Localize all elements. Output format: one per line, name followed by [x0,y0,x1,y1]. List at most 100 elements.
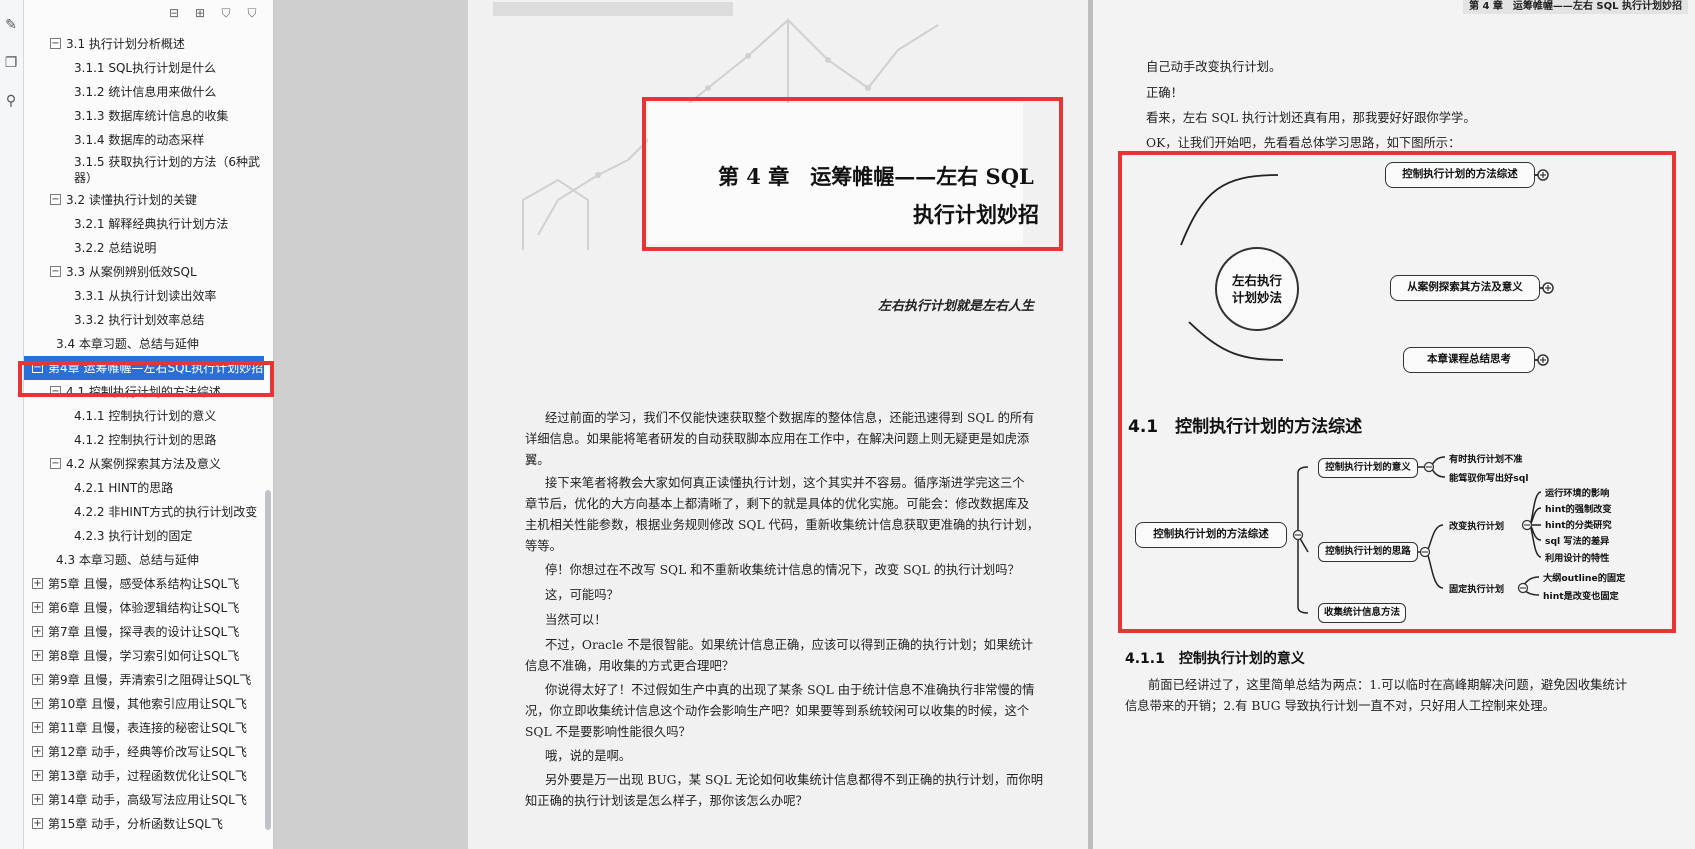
expand-icon[interactable]: + [32,794,43,805]
bookmark-label: 3.1 执行计划分析概述 [66,37,185,51]
bookmark-item[interactable]: 3.1.4 数据库的动态采样 [24,128,264,152]
bookmark-item[interactable]: 4.2.2 非HINT方式的执行计划改变 [24,500,264,524]
bookmark-item[interactable]: 4.2.3 执行计划的固定 [24,524,264,548]
bookmark-label: 第5章 且慢，感受体系结构让SQL飞 [48,577,240,591]
panel-scrollbar[interactable] [265,490,271,830]
bookmark-label: 第8章 且慢，学习索引如何让SQL飞 [48,649,240,663]
expand-icon[interactable]: + [32,602,43,613]
body-line-1: 前面已经讲过了，这里简单总结为两点：1.可以临时在高峰期解决问题，避免因收集统计 [1148,678,1628,692]
left-tool-rail: ✎ ❐ ⚲ [0,0,24,849]
bookmark-label: 4.1.2 控制执行计划的思路 [74,433,217,447]
bookmark-item-selected[interactable]: − 第4章 运筹帷幄—左右SQL执行计划妙招 [24,356,264,380]
bookmark-item[interactable]: + 第13章 动手，过程函数优化让SQL飞 [24,764,264,788]
collapse-icon[interactable]: − [32,362,43,373]
collapse-icon[interactable]: − [50,386,61,397]
bookmark-label: 第13章 动手，过程函数优化让SQL飞 [48,769,247,783]
bookmark-item[interactable]: −4.1 控制执行计划的方法综述 [24,380,264,404]
bookmark-item[interactable]: 3.3.2 执行计划效率总结 [24,308,264,332]
bookmark-item[interactable]: + 第7章 且慢，探寻表的设计让SQL飞 [24,620,264,644]
bookmark-label: 4.2.3 执行计划的固定 [74,529,193,543]
bookmark-item[interactable]: + 第11章 且慢，表连接的秘密让SQL飞 [24,716,264,740]
bookmark-item[interactable]: + 第9章 且慢，弄清索引之阻碍让SQL飞 [24,668,264,692]
bookmark-item[interactable]: 4.1.2 控制执行计划的思路 [24,428,264,452]
bookmark-label: 4.2.1 HINT的思路 [74,481,174,495]
bookmark-label: 4.1 控制执行计划的方法综述 [66,385,221,399]
bookmark-item[interactable]: + 第15章 动手，分析函数让SQL飞 [24,812,264,836]
expand-icon[interactable]: + [32,698,43,709]
body-line: 况，你立即收集统计信息这个动作会影响生产吧？如果要等到系统较闲可以收集的时候，这… [525,704,1030,718]
bookmark-item[interactable]: −3.2 读懂执行计划的关键 [24,188,264,212]
expand-icon[interactable]: + [32,746,43,757]
bookmark-item[interactable]: + 第10章 且慢，其他索引应用让SQL飞 [24,692,264,716]
change-leaf-3: hint的分类研究 [1545,520,1612,531]
running-header: 第 4 章 运筹帷幄——左右 SQL 执行计划妙招 [1463,0,1688,14]
bookmark-label: 3.4 本章习题、总结与延伸 [56,337,199,351]
expand-icon[interactable]: + [32,650,43,661]
body-line: 知正确的执行计划该是怎么样子，那你该怎么办呢？ [525,794,808,808]
body-line: 等等。 [525,539,562,553]
expand-icon[interactable]: + [32,722,43,733]
body-line: 接下来笔者将教会大家如何真正读懂执行计划，这个其实并不容易。循序渐进学完这三个 [545,476,1025,490]
bookmark-item[interactable]: −4.2 从案例探索其方法及意义 [24,452,264,476]
chapter-epigraph: 左右执行计划就是左右人生 [878,299,1035,314]
bookmark-item[interactable]: −3.1 执行计划分析概述 [24,32,264,56]
bookmark-item[interactable]: 3.4 本章习题、总结与延伸 [24,332,264,356]
section-title: 4.1 控制执行计划的方法综述 [1128,417,1363,437]
bookmark-panel: ⊟ ⊞ ⛉ ⛉ −3.1 执行计划分析概述 3.1.1 SQL执行计划是什么 3.1… [24,0,274,849]
expand-icon[interactable]: + [32,674,43,685]
chapter-title-line1: 第 4 章 运筹帷幄——左右 SQL [718,164,1034,189]
meaning-leaf-2: 能驾驭你写出好sql [1449,473,1529,484]
bookmark-tree: −3.1 执行计划分析概述 3.1.1 SQL执行计划是什么 3.1.2 统计信息用… [24,32,264,836]
collapse-icon[interactable]: − [50,458,61,469]
bookmark-item[interactable]: + 第14章 动手，高级写法应用让SQL飞 [24,788,264,812]
bookmark-item[interactable]: 4.1.1 控制执行计划的意义 [24,404,264,428]
bookmark-item[interactable]: + 第5章 且慢，感受体系结构让SQL飞 [24,572,264,596]
expand-all-icon[interactable]: ⊞ [191,4,209,22]
pdf-reader-window: ✎ ❐ ⚲ ⊟ ⊞ ⛉ ⛉ −3.1 执行计划分析概述 3.1.1 SQL执行计划… [0,0,1695,849]
expand-icon[interactable]: + [32,818,43,829]
intro-line-3: 看来，左右 SQL 执行计划还真有用，那我要好好跟你学学。 [1146,111,1476,125]
bookmark-item[interactable]: 3.1.5 获取执行计划的方法（6种武器） [24,152,264,188]
bookmark-item[interactable]: + 第12章 动手，经典等价改写让SQL飞 [24,740,264,764]
bookmark-add-icon[interactable]: ⛉ [217,4,235,22]
body-line: 另外要是万一出现 BUG，某 SQL 无论如何收集统计信息都得不到正确的执行计划… [545,773,1044,787]
bookmark-item[interactable]: 3.1.1 SQL执行计划是什么 [24,56,264,80]
document-gutter [274,0,468,849]
bookmark-item[interactable]: 3.3.1 从执行计划读出效率 [24,284,264,308]
fix-plan-node: 固定执行计划 [1449,584,1505,595]
collapse-icon[interactable]: − [50,194,61,205]
bookmark-item[interactable]: + 第8章 且慢，学习索引如何让SQL飞 [24,644,264,668]
bookmark-label: 第4章 运筹帷幄—左右SQL执行计划妙招 [48,361,264,375]
collapse-icon[interactable]: − [50,266,61,277]
change-leaf-2: hint的强制改变 [1545,504,1612,515]
bookmark-label: 第12章 动手，经典等价改写让SQL飞 [48,745,247,759]
expand-icon[interactable]: + [32,626,43,637]
bookmark-label: 3.1.4 数据库的动态采样 [74,133,205,147]
bookmark-item[interactable]: 3.2.2 总结说明 [24,236,264,260]
bookmark-label: 4.1.1 控制执行计划的意义 [74,409,217,423]
body-line: 当然可以！ [545,613,607,627]
bookmark-item[interactable]: 3.1.2 统计信息用来做什么 [24,80,264,104]
expand-icon[interactable]: + [32,578,43,589]
bookmark-item[interactable]: 3.1.3 数据库统计信息的收集 [24,104,264,128]
intro-line-1: 自己动手改变执行计划。 [1146,60,1282,74]
bookmark-label: 3.3 从案例辨别低效SQL [66,265,197,279]
body-line: 哦，说的是啊。 [545,749,632,763]
bookmark-item[interactable]: 4.2.1 HINT的思路 [24,476,264,500]
bookmark-label: 第10章 且慢，其他索引应用让SQL飞 [48,697,247,711]
bookmark-item[interactable]: −3.3 从案例辨别低效SQL [24,260,264,284]
intro-line-2: 正确！ [1146,86,1183,100]
bookmark-item[interactable]: 4.3 本章习题、总结与延伸 [24,548,264,572]
pages-icon[interactable]: ❐ [2,54,20,72]
edit-icon[interactable]: ✎ [2,16,20,34]
body-line: 翼。 [525,453,550,467]
bookmark-icon[interactable]: ⛉ [243,4,261,22]
page-left: 第 4 章 运筹帷幄——左右 SQL 执行计划妙招 左右执行计划就是左右人生 经… [468,0,1088,849]
bookmark-item[interactable]: + 第6章 且慢，体验逻辑结构让SQL飞 [24,596,264,620]
collapse-all-icon[interactable]: ⊟ [165,4,183,22]
expand-icon[interactable]: + [32,770,43,781]
body-line: 这，可能吗？ [545,588,619,602]
search-icon[interactable]: ⚲ [2,92,20,110]
collapse-icon[interactable]: − [50,38,61,49]
bookmark-item[interactable]: 3.2.1 解释经典执行计划方法 [24,212,264,236]
